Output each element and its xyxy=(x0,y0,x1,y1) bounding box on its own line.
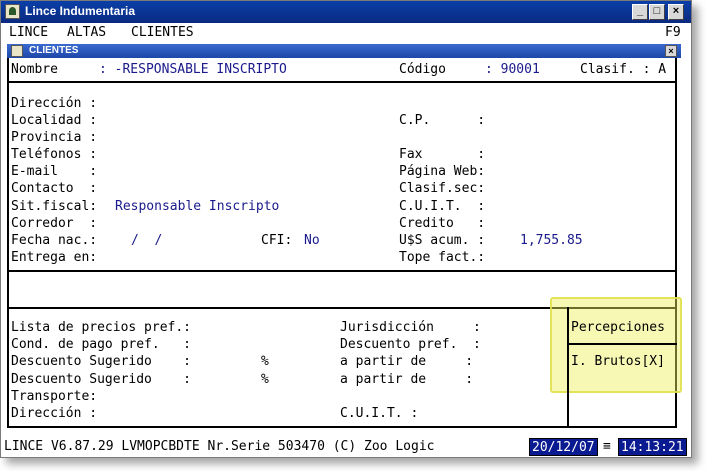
percepciones-highlight xyxy=(550,297,682,393)
app-window: Lince Indumentaria _ □ × LINCE ALTAS CLI… xyxy=(0,0,692,458)
clasif-field[interactable]: Clasif. : A xyxy=(580,62,666,78)
title-bar: Lince Indumentaria _ □ × xyxy=(1,1,691,23)
entrega-label: Entrega en: xyxy=(11,250,98,265)
sit-fiscal-field[interactable]: Responsable Inscripto xyxy=(115,199,279,215)
status-time: 14:13:21 xyxy=(618,438,687,456)
dialog-icon xyxy=(11,45,23,57)
status-date: 20/12/07 xyxy=(529,438,598,456)
fax-label: Fax : xyxy=(399,147,486,162)
ingresos-brutos-toggle[interactable]: I. Brutos[X] xyxy=(571,354,665,370)
nombre-label: Nombre xyxy=(11,62,58,77)
corredor-label: Corredor : xyxy=(11,216,98,231)
status-text: LINCE V6.87.29 LVMOPCBDTE Nr.Serie 50347… xyxy=(4,439,435,454)
menu-bar: LINCE ALTAS CLIENTES F9 xyxy=(1,23,691,43)
direccion-label: Dirección : xyxy=(11,96,98,111)
lista-precios-label: Lista de precios pref.: xyxy=(11,320,192,335)
descuento-sugerido-2-label: Descuento Sugerido : xyxy=(11,372,192,387)
descuento-1-percent: % xyxy=(261,354,269,369)
cfi-field[interactable]: No xyxy=(304,233,320,249)
cond-pago-label: Cond. de pago pref. : xyxy=(11,337,192,352)
menu-lince[interactable]: LINCE xyxy=(9,23,48,43)
app-icon xyxy=(5,4,20,19)
cuit-2-label: C.U.I.T. : xyxy=(340,406,419,421)
dialog-title-bar: CLIENTES × xyxy=(7,44,681,58)
transporte-label: Transporte: xyxy=(11,389,98,404)
cuit-label: C.U.I.T. : xyxy=(399,199,486,214)
dialog-title: CLIENTES xyxy=(29,45,79,56)
pagina-web-label: Página Web: xyxy=(399,164,486,179)
sit-fiscal-label: Sit.fiscal: xyxy=(11,199,98,214)
provincia-label: Provincia : xyxy=(11,130,98,145)
contacto-label: Contacto : xyxy=(11,181,98,196)
cfi-label: CFI: xyxy=(261,233,293,248)
dialog-close-icon[interactable]: × xyxy=(665,45,677,57)
percepciones-divider xyxy=(567,307,569,427)
cp-label: C.P. : xyxy=(399,113,486,128)
localidad-label: Localidad : xyxy=(11,113,98,128)
shortcut-f9[interactable]: F9 xyxy=(665,23,681,43)
maximize-button[interactable]: □ xyxy=(649,4,665,20)
menu-altas[interactable]: ALTAS xyxy=(67,23,106,43)
section-divider-1 xyxy=(7,270,677,272)
menu-clientes[interactable]: CLIENTES xyxy=(131,23,194,43)
descuento-2-percent: % xyxy=(261,372,269,387)
a-partir-de-2-label: a partir de : xyxy=(340,372,474,387)
credito-label: Credito : xyxy=(399,216,486,231)
direccion-2-label: Dirección : xyxy=(11,406,98,421)
minimize-button[interactable]: _ xyxy=(632,4,648,20)
usd-acum-label: U$S acum. : xyxy=(399,233,486,248)
a-partir-de-1-label: a partir de : xyxy=(340,354,474,369)
descuento-sugerido-1-label: Descuento Sugerido : xyxy=(11,354,192,369)
clasif-sec-label: Clasif.sec: xyxy=(399,181,486,196)
codigo-label: Código xyxy=(399,62,446,77)
close-button[interactable]: × xyxy=(668,4,684,20)
descuento-pref-label: Descuento pref. : xyxy=(340,337,481,352)
telefonos-label: Teléfonos : xyxy=(11,147,98,162)
tope-fact-label: Tope fact.: xyxy=(399,250,486,265)
nombre-field[interactable]: : -RESPONSABLE INSCRIPTO xyxy=(99,62,287,78)
codigo-field[interactable]: : 90001 xyxy=(485,62,540,78)
window-title: Lince Indumentaria xyxy=(25,4,136,18)
percepciones-rule xyxy=(567,343,677,345)
percepciones-title: Percepciones xyxy=(571,320,665,335)
jurisdiccion-label: Jurisdicción : xyxy=(340,320,481,335)
email-label: E-mail : xyxy=(11,164,98,179)
status-separator: ≡ xyxy=(603,439,611,454)
fecha-nac-field[interactable]: / / xyxy=(131,233,162,249)
header-divider xyxy=(7,81,677,83)
usd-acum-field[interactable]: 1,755.85 xyxy=(520,233,583,249)
fecha-nac-label: Fecha nac.: xyxy=(11,233,98,248)
